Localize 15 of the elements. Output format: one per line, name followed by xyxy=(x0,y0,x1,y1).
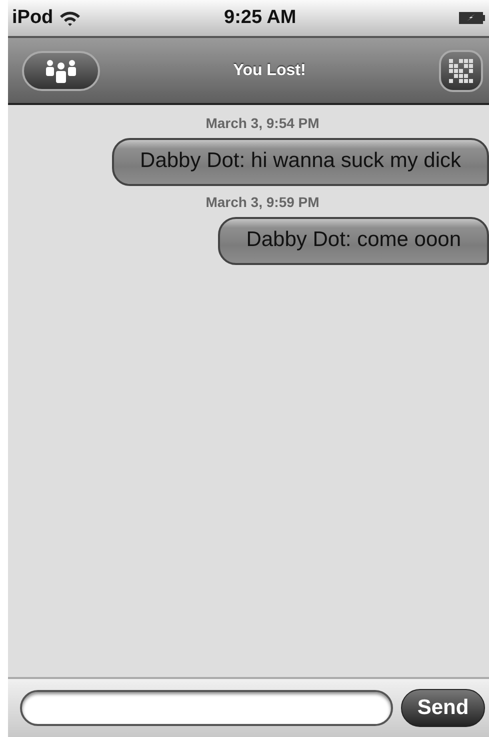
nav-title: You Lost! xyxy=(233,62,306,80)
message-timestamp: March 3, 9:59 PM xyxy=(204,194,320,210)
grid-button[interactable] xyxy=(438,50,483,92)
battery-icon xyxy=(459,12,485,24)
group-button[interactable] xyxy=(22,50,100,90)
message-bubble: Dabby Dot: hi wanna suck my dick xyxy=(112,138,489,186)
clock: 9:25 AM xyxy=(223,7,298,29)
wifi-icon xyxy=(59,10,82,26)
grid-icon xyxy=(448,58,473,82)
message-bubble: Dabby Dot: come ooon xyxy=(218,217,489,265)
people-icon xyxy=(44,58,78,82)
message-input[interactable] xyxy=(20,690,393,726)
device-name: iPod xyxy=(12,7,54,29)
message-timestamp: March 3, 9:54 PM xyxy=(204,115,320,131)
send-button[interactable]: Send xyxy=(401,689,485,727)
